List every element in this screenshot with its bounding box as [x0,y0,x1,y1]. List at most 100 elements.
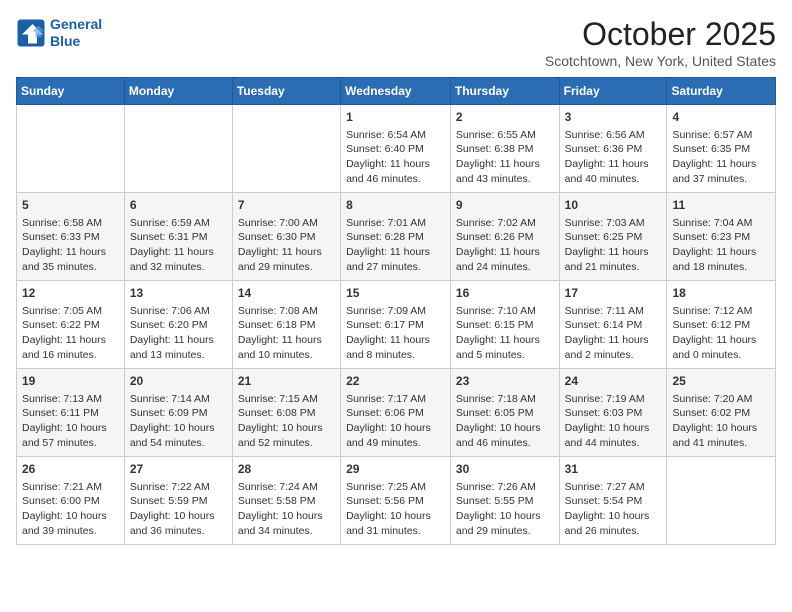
day-info: Sunrise: 7:27 AM Sunset: 5:54 PM Dayligh… [565,480,662,539]
day-info: Sunrise: 7:20 AM Sunset: 6:02 PM Dayligh… [672,392,770,451]
day-info: Sunrise: 7:19 AM Sunset: 6:03 PM Dayligh… [565,392,662,451]
day-info: Sunrise: 7:11 AM Sunset: 6:14 PM Dayligh… [565,304,662,363]
weekday-header: Wednesday [341,78,451,105]
day-number: 26 [22,461,119,478]
calendar-week-row: 1 Sunrise: 6:54 AM Sunset: 6:40 PM Daylig… [17,105,776,193]
day-number: 25 [672,373,770,390]
day-number: 30 [456,461,554,478]
calendar-table: SundayMondayTuesdayWednesdayThursdayFrid… [16,77,776,545]
calendar-cell: 28Sunrise: 7:24 AM Sunset: 5:58 PM Dayli… [232,457,340,545]
day-number: 12 [22,285,119,302]
calendar-cell [124,105,232,193]
day-number: 8 [346,197,445,214]
day-number: 6 [130,197,227,214]
day-info: Sunrise: 7:01 AM Sunset: 6:28 PM Dayligh… [346,216,445,275]
logo-line2: Blue [50,33,80,49]
page-header: General Blue October 2025 Scotchtown, Ne… [16,16,776,69]
day-info: Sunrise: 7:03 AM Sunset: 6:25 PM Dayligh… [565,216,662,275]
calendar-cell [667,457,776,545]
day-info: Sunrise: 6:58 AM Sunset: 6:33 PM Dayligh… [22,216,119,275]
day-info: Sunrise: 7:10 AM Sunset: 6:15 PM Dayligh… [456,304,554,363]
day-number: 14 [238,285,335,302]
day-number: 20 [130,373,227,390]
month-title: October 2025 [545,16,776,53]
calendar-cell: 27Sunrise: 7:22 AM Sunset: 5:59 PM Dayli… [124,457,232,545]
calendar-cell: 1 Sunrise: 6:54 AM Sunset: 6:40 PM Daylig… [341,105,451,193]
day-info: Sunrise: 7:14 AM Sunset: 6:09 PM Dayligh… [130,392,227,451]
day-number: 9 [456,197,554,214]
day-info: Sunrise: 7:13 AM Sunset: 6:11 PM Dayligh… [22,392,119,451]
calendar-cell: 30Sunrise: 7:26 AM Sunset: 5:55 PM Dayli… [450,457,559,545]
calendar-cell: 20 Sunrise: 7:14 AM Sunset: 6:09 PM Dayli… [124,369,232,457]
day-info: Sunrise: 6:54 AM Sunset: 6:40 PM Dayligh… [346,128,445,187]
calendar-cell [17,105,125,193]
day-number: 29 [346,461,445,478]
calendar-cell: 23 Sunrise: 7:18 AM Sunset: 6:05 PM Dayli… [450,369,559,457]
calendar-cell: 25 Sunrise: 7:20 AM Sunset: 6:02 PM Dayli… [667,369,776,457]
day-info: Sunrise: 7:21 AM Sunset: 6:00 PM Dayligh… [22,480,119,539]
day-number: 10 [565,197,662,214]
calendar-cell: 3 Sunrise: 6:56 AM Sunset: 6:36 PM Daylig… [559,105,667,193]
day-number: 31 [565,461,662,478]
logo-icon [16,18,46,48]
logo-line1: General [50,16,102,32]
day-info: Sunrise: 7:06 AM Sunset: 6:20 PM Dayligh… [130,304,227,363]
calendar-cell: 14 Sunrise: 7:08 AM Sunset: 6:18 PM Dayli… [232,281,340,369]
day-number: 21 [238,373,335,390]
calendar-cell: 26 Sunrise: 7:21 AM Sunset: 6:00 PM Dayli… [17,457,125,545]
calendar-cell: 11 Sunrise: 7:04 AM Sunset: 6:23 PM Dayli… [667,193,776,281]
calendar-cell: 7Sunrise: 7:00 AM Sunset: 6:30 PM Daylig… [232,193,340,281]
weekday-header: Tuesday [232,78,340,105]
weekday-header: Thursday [450,78,559,105]
calendar-week-row: 12 Sunrise: 7:05 AM Sunset: 6:22 PM Dayli… [17,281,776,369]
day-number: 4 [672,109,770,126]
day-info: Sunrise: 6:57 AM Sunset: 6:35 PM Dayligh… [672,128,770,187]
day-number: 15 [346,285,445,302]
day-number: 5 [22,197,119,214]
calendar-cell: 29 Sunrise: 7:25 AM Sunset: 5:56 PM Dayli… [341,457,451,545]
day-number: 1 [346,109,445,126]
day-number: 28 [238,461,335,478]
weekday-header: Sunday [17,78,125,105]
day-number: 2 [456,109,554,126]
calendar-cell: 15 Sunrise: 7:09 AM Sunset: 6:17 PM Dayli… [341,281,451,369]
calendar-cell: 6Sunrise: 6:59 AM Sunset: 6:31 PM Daylig… [124,193,232,281]
day-info: Sunrise: 7:05 AM Sunset: 6:22 PM Dayligh… [22,304,119,363]
day-number: 18 [672,285,770,302]
day-info: Sunrise: 7:17 AM Sunset: 6:06 PM Dayligh… [346,392,445,451]
day-info: Sunrise: 7:02 AM Sunset: 6:26 PM Dayligh… [456,216,554,275]
day-number: 23 [456,373,554,390]
day-info: Sunrise: 7:12 AM Sunset: 6:12 PM Dayligh… [672,304,770,363]
day-number: 13 [130,285,227,302]
day-number: 19 [22,373,119,390]
weekday-header-row: SundayMondayTuesdayWednesdayThursdayFrid… [17,78,776,105]
day-info: Sunrise: 7:22 AM Sunset: 5:59 PM Dayligh… [130,480,227,539]
calendar-cell: 19 Sunrise: 7:13 AM Sunset: 6:11 PM Dayli… [17,369,125,457]
day-info: Sunrise: 6:55 AM Sunset: 6:38 PM Dayligh… [456,128,554,187]
day-number: 22 [346,373,445,390]
day-info: Sunrise: 7:09 AM Sunset: 6:17 PM Dayligh… [346,304,445,363]
calendar-week-row: 26 Sunrise: 7:21 AM Sunset: 6:00 PM Dayli… [17,457,776,545]
calendar-cell: 18 Sunrise: 7:12 AM Sunset: 6:12 PM Dayli… [667,281,776,369]
calendar-week-row: 19 Sunrise: 7:13 AM Sunset: 6:11 PM Dayli… [17,369,776,457]
day-number: 3 [565,109,662,126]
day-info: Sunrise: 7:08 AM Sunset: 6:18 PM Dayligh… [238,304,335,363]
weekday-header: Monday [124,78,232,105]
logo: General Blue [16,16,102,50]
day-info: Sunrise: 7:18 AM Sunset: 6:05 PM Dayligh… [456,392,554,451]
day-info: Sunrise: 7:04 AM Sunset: 6:23 PM Dayligh… [672,216,770,275]
day-number: 11 [672,197,770,214]
calendar-cell: 9 Sunrise: 7:02 AM Sunset: 6:26 PM Daylig… [450,193,559,281]
day-info: Sunrise: 7:25 AM Sunset: 5:56 PM Dayligh… [346,480,445,539]
calendar-cell: 17Sunrise: 7:11 AM Sunset: 6:14 PM Dayli… [559,281,667,369]
calendar-cell: 2 Sunrise: 6:55 AM Sunset: 6:38 PM Daylig… [450,105,559,193]
day-info: Sunrise: 7:00 AM Sunset: 6:30 PM Dayligh… [238,216,335,275]
day-info: Sunrise: 6:56 AM Sunset: 6:36 PM Dayligh… [565,128,662,187]
calendar-cell [232,105,340,193]
location: Scotchtown, New York, United States [545,53,776,69]
weekday-header: Friday [559,78,667,105]
calendar-cell: 5 Sunrise: 6:58 AM Sunset: 6:33 PM Daylig… [17,193,125,281]
day-number: 16 [456,285,554,302]
weekday-header: Saturday [667,78,776,105]
logo-text: General Blue [50,16,102,50]
